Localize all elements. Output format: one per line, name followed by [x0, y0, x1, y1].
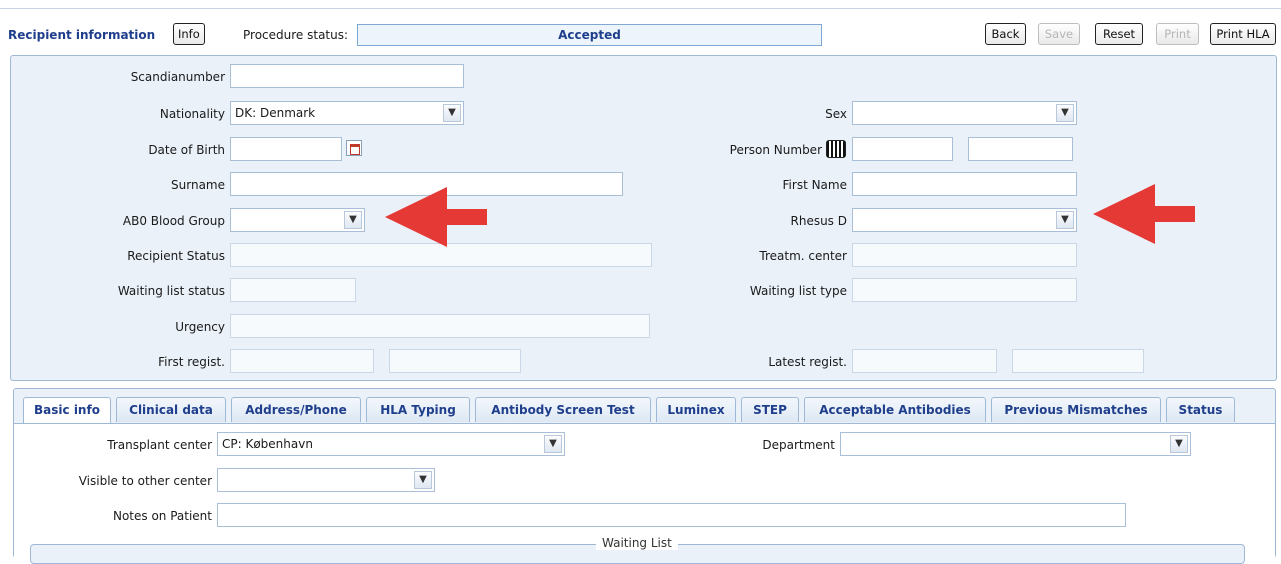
latest-regist-date-field: [852, 349, 997, 373]
transplant-center-select[interactable]: CP: København ▼: [217, 432, 565, 456]
visible-to-other-center-select[interactable]: ▼: [217, 468, 435, 492]
abo-blood-group-select[interactable]: ▼: [230, 208, 365, 232]
notes-on-patient-input[interactable]: [217, 503, 1126, 527]
print-button[interactable]: Print: [1156, 23, 1199, 45]
tab-antibody-screen-test[interactable]: Antibody Screen Test: [475, 397, 651, 422]
reset-button[interactable]: Reset: [1095, 23, 1143, 45]
chevron-down-icon[interactable]: ▼: [544, 435, 562, 453]
sex-label: Sex: [825, 107, 847, 121]
tab-acceptable-antibodies[interactable]: Acceptable Antibodies: [804, 397, 986, 422]
waiting-list-status-field: [230, 278, 356, 302]
waiting-list-type-label: Waiting list type: [749, 284, 847, 298]
transplant-center-value: CP: København: [222, 437, 313, 451]
chevron-down-icon[interactable]: ▼: [1056, 104, 1074, 122]
sex-select[interactable]: ▼: [852, 101, 1077, 125]
tab-status[interactable]: Status: [1166, 397, 1235, 422]
first-name-label: First Name: [782, 178, 847, 192]
transplant-center-label: Transplant center: [107, 438, 212, 452]
waiting-list-status-label: Waiting list status: [117, 284, 225, 298]
treatm-center-field: [852, 243, 1077, 267]
chevron-down-icon[interactable]: ▼: [1056, 211, 1074, 229]
nationality-value: DK: Denmark: [235, 106, 316, 120]
first-regist-time-field: [389, 349, 521, 373]
tab-basic-info[interactable]: Basic info: [23, 397, 111, 424]
department-label: Department: [762, 438, 835, 452]
waiting-list-legend: Waiting List: [596, 536, 678, 550]
first-regist-date-field: [230, 349, 374, 373]
department-select[interactable]: ▼: [840, 432, 1191, 456]
rhesus-d-select[interactable]: ▼: [852, 208, 1077, 232]
visible-to-other-center-label: Visible to other center: [78, 474, 212, 488]
rhesus-d-label: Rhesus D: [790, 214, 848, 228]
urgency-label: Urgency: [175, 320, 225, 334]
tab-previous-mismatches[interactable]: Previous Mismatches: [991, 397, 1161, 422]
first-name-input[interactable]: [852, 172, 1077, 196]
arrow-left-icon: [385, 187, 487, 247]
person-number-date-input[interactable]: [852, 137, 953, 161]
latest-regist-time-field: [1012, 349, 1144, 373]
save-button[interactable]: Save: [1038, 23, 1080, 45]
calendar-icon[interactable]: [346, 140, 362, 156]
notes-on-patient-label: Notes on Patient: [112, 509, 212, 523]
person-number-serial-input[interactable]: [968, 137, 1073, 161]
treatm-center-label: Treatm. center: [759, 249, 847, 263]
info-button[interactable]: Info: [173, 23, 205, 45]
scandianumber-label: Scandianumber: [130, 70, 225, 84]
tab-hla-typing[interactable]: HLA Typing: [366, 397, 470, 422]
recipient-status-label: Recipient Status: [127, 249, 225, 263]
chevron-down-icon[interactable]: ▼: [443, 104, 461, 122]
tab-clinical-data[interactable]: Clinical data: [116, 397, 226, 422]
waiting-list-type-field: [852, 278, 1077, 302]
first-regist-label: First regist.: [158, 355, 225, 369]
barcode-icon[interactable]: [826, 140, 846, 158]
page-title: Recipient information: [8, 28, 156, 42]
date-of-birth-label: Date of Birth: [148, 143, 225, 157]
person-number-label: Person Number: [729, 143, 822, 157]
tab-step[interactable]: STEP: [741, 397, 799, 422]
print-hla-button[interactable]: Print HLA: [1210, 23, 1276, 45]
date-of-birth-input[interactable]: [230, 137, 342, 161]
tab-address-phone[interactable]: Address/Phone: [231, 397, 361, 422]
procedure-status-value: Accepted: [357, 24, 822, 46]
tab-luminex[interactable]: Luminex: [656, 397, 736, 422]
abo-blood-group-label: AB0 Blood Group: [122, 214, 225, 228]
surname-label: Surname: [171, 178, 225, 192]
latest-regist-label: Latest regist.: [768, 355, 847, 369]
chevron-down-icon[interactable]: ▼: [344, 211, 362, 229]
chevron-down-icon[interactable]: ▼: [1170, 435, 1188, 453]
nationality-select[interactable]: DK: Denmark ▼: [230, 101, 464, 125]
arrow-left-icon: [1093, 184, 1195, 244]
procedure-status-label: Procedure status:: [243, 28, 349, 42]
scandianumber-input[interactable]: [230, 64, 464, 88]
chevron-down-icon[interactable]: ▼: [414, 471, 432, 489]
urgency-field: [230, 314, 650, 338]
nationality-label: Nationality: [159, 107, 225, 121]
back-button[interactable]: Back: [985, 23, 1026, 45]
